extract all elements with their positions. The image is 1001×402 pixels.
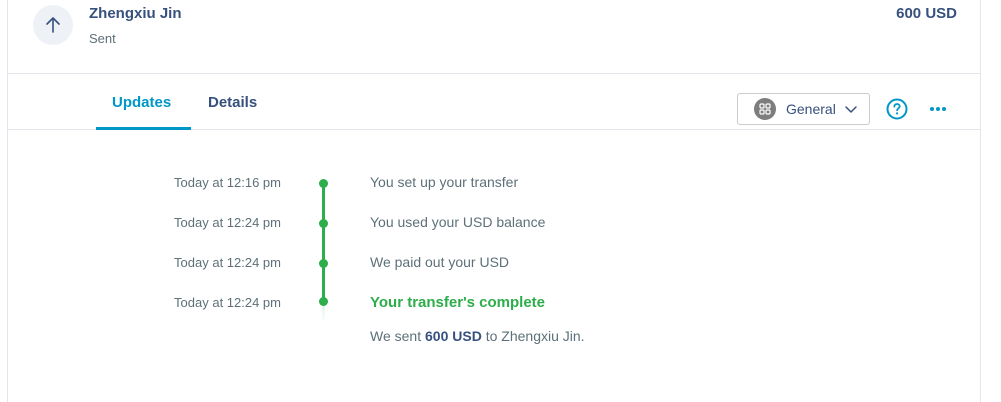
timeline-dot (319, 259, 328, 268)
chevron-down-icon (844, 104, 858, 114)
completion-note-middle: to (481, 328, 502, 344)
completion-note: We sent 600 USD to Zhengxiu Jin. (370, 328, 585, 344)
transfer-amount: 600 USD (896, 5, 957, 22)
timeline-line-fade (322, 303, 325, 323)
timeline-event: You set up your transfer (370, 174, 519, 190)
sent-avatar (33, 5, 73, 45)
timeline-dot (319, 179, 328, 188)
timeline-dot (319, 219, 328, 228)
completion-note-suffix: . (580, 328, 585, 344)
completion-note-recipient: Zhengxiu Jin (501, 328, 581, 344)
timeline-event: You used your USD balance (370, 214, 546, 230)
grid-icon (754, 98, 776, 120)
more-dots-icon[interactable] (928, 99, 948, 119)
tab-bar: Updates Details General (8, 74, 980, 130)
timeline-time: Today at 12:24 pm (174, 215, 281, 230)
transfer-timeline: Today at 12:16 pm You set up your transf… (8, 131, 980, 402)
transfer-card: Zhengxiu Jin Sent 600 USD Updates Detail… (7, 0, 981, 402)
recipient-name: Zhengxiu Jin (89, 5, 182, 22)
arrow-up-icon (46, 17, 60, 33)
timeline-event: We paid out your USD (370, 254, 510, 270)
timeline-line (322, 183, 325, 303)
completion-note-amount: 600 USD (425, 328, 482, 344)
transfer-header: Zhengxiu Jin Sent 600 USD (8, 0, 980, 74)
timeline-time: Today at 12:24 pm (174, 255, 281, 270)
timeline-event-complete: Your transfer's complete (370, 294, 546, 311)
tab-details[interactable]: Details (208, 94, 257, 111)
tab-updates[interactable]: Updates (112, 94, 171, 111)
timeline-dot (319, 297, 328, 306)
help-circle-icon[interactable] (886, 98, 908, 120)
transfer-status: Sent (89, 31, 116, 46)
active-tab-indicator (96, 127, 191, 130)
timeline-time: Today at 12:24 pm (174, 295, 281, 310)
completion-note-prefix: We sent (370, 328, 425, 344)
category-dropdown[interactable]: General (737, 93, 870, 125)
timeline-time: Today at 12:16 pm (174, 175, 281, 190)
category-dropdown-label: General (786, 101, 836, 117)
